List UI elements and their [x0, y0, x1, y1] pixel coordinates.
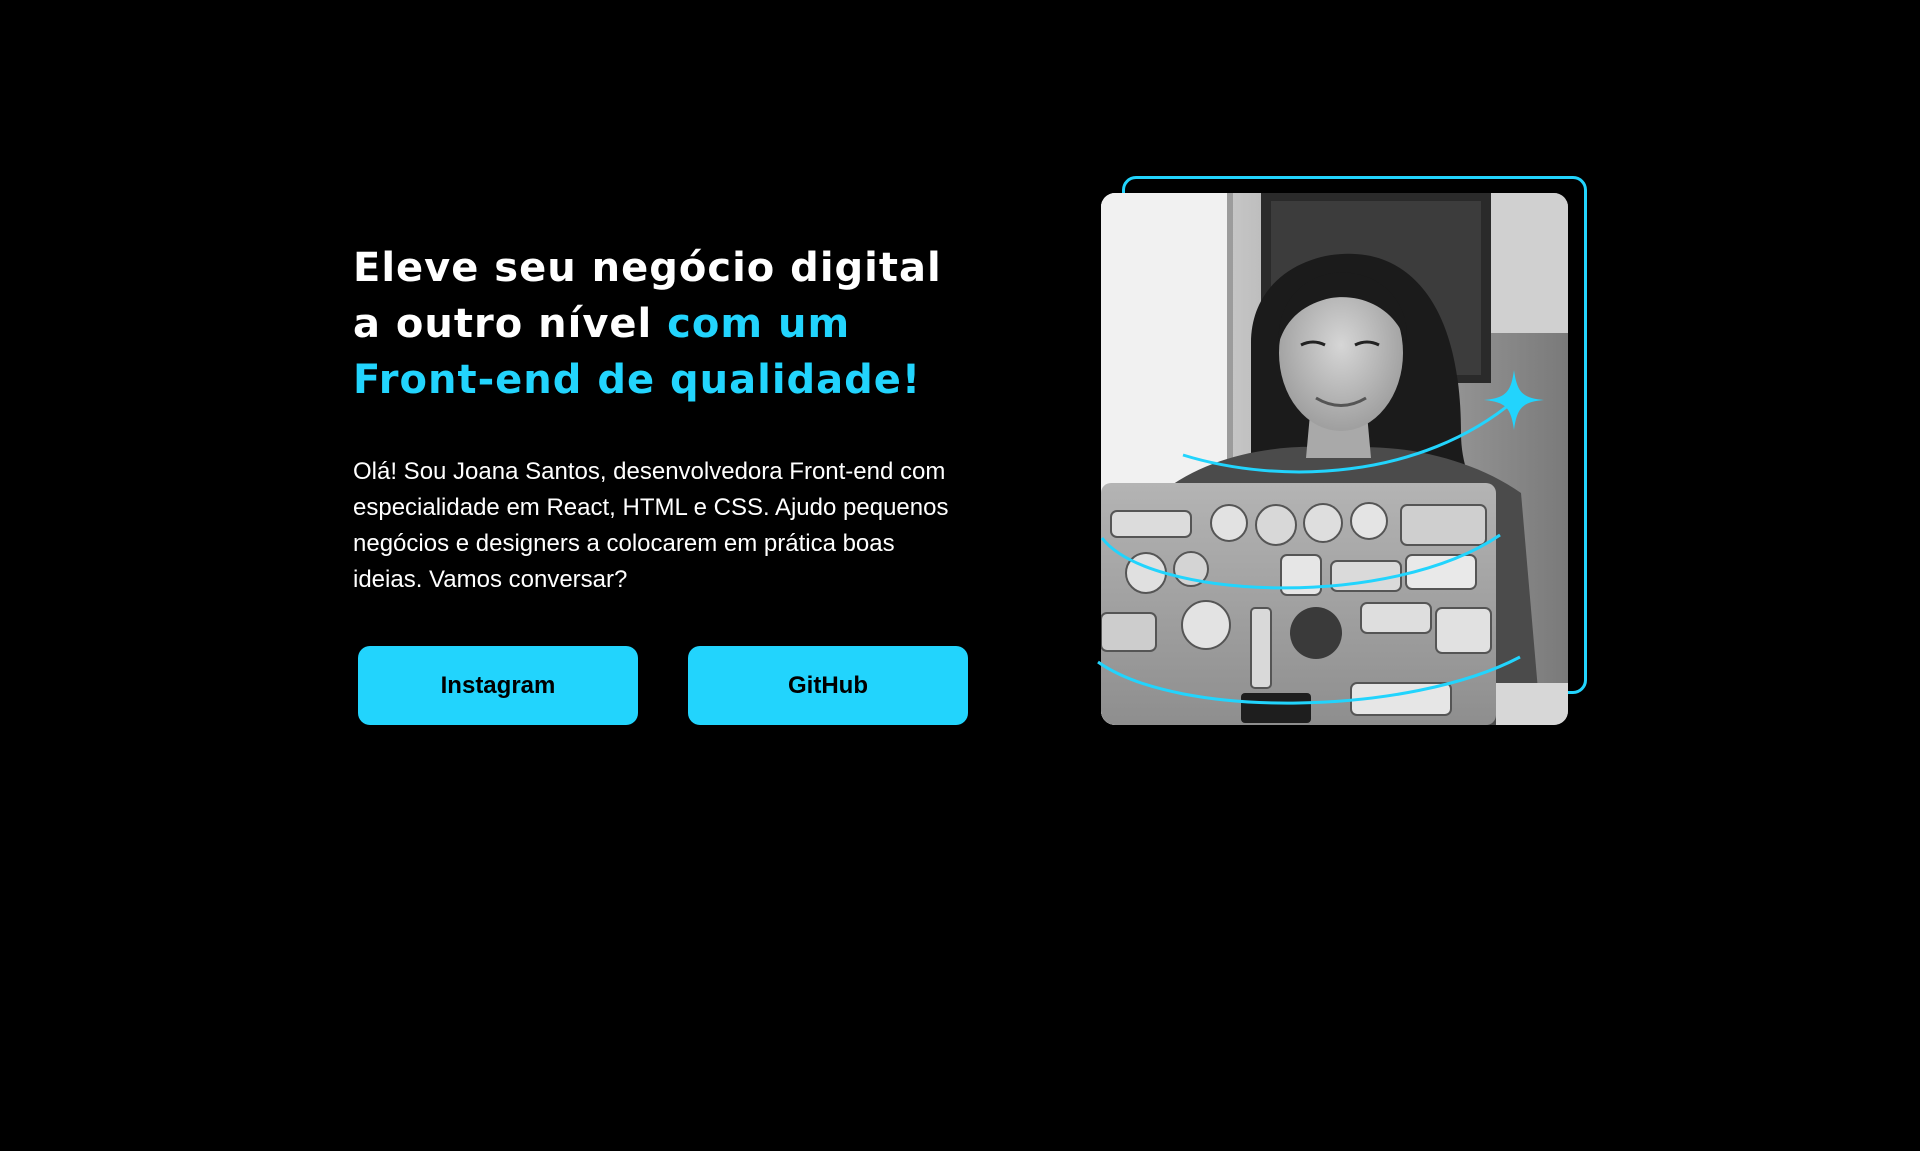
hero-text: Eleve seu negócio digital a outro nível … [353, 240, 993, 598]
social-buttons: Instagram GitHub [358, 646, 968, 725]
hero-headline: Eleve seu negócio digital a outro nível … [353, 240, 993, 408]
hero-section: Eleve seu negócio digital a outro nível … [0, 0, 1920, 1151]
headline-line-1: Eleve seu negócio digital [353, 245, 942, 291]
profile-photo-illustration [1101, 193, 1568, 725]
headline-line-2-accent: com um [667, 301, 851, 347]
profile-photo [1101, 193, 1568, 725]
headline-line-2-plain: a outro nível [353, 301, 653, 347]
hero-intro: Olá! Sou Joana Santos, desenvolvedora Fr… [353, 458, 949, 593]
github-button[interactable]: GitHub [688, 646, 968, 725]
headline-line-3-accent: Front-end de qualidade! [353, 357, 922, 403]
instagram-button[interactable]: Instagram [358, 646, 638, 725]
profile-photo-area [1090, 170, 1600, 730]
